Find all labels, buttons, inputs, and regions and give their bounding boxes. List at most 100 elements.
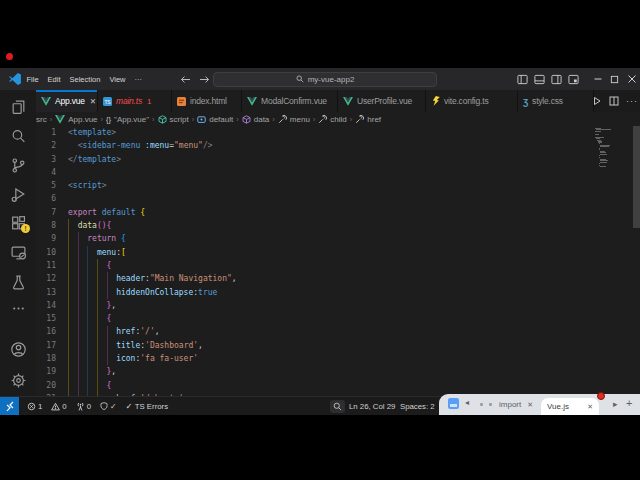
pkg-teal-icon [158, 115, 167, 124]
browser-favicon [448, 398, 459, 409]
browser-tab-import[interactable]: import✕ [499, 394, 533, 415]
status-warnings[interactable]: 0 [51, 402, 66, 411]
scrollbar[interactable] [633, 126, 640, 228]
browser-tab-scroll-icon[interactable]: ▸ [613, 399, 618, 409]
status-cursor-position[interactable]: Ln 26, Col 29 [349, 397, 395, 415]
search-icon [296, 75, 304, 83]
breadcrumb: src›App.vue›{}"App.vue"›script›default›d… [36, 112, 640, 126]
remote-indicator[interactable] [0, 397, 19, 415]
toggle-secondary-sidebar-icon[interactable] [548, 68, 565, 90]
breadcrumb-separator: › [350, 115, 353, 124]
menu-File[interactable]: File [22, 75, 43, 84]
breadcrumb-App.vue[interactable]: App.vue [55, 115, 97, 124]
code-content: <template> <sidebar-menu :menu="menu"/><… [68, 126, 237, 396]
more-actions-icon[interactable]: ··· [626, 96, 638, 106]
error-icon [27, 402, 36, 411]
breadcrumb-menu[interactable]: menu [278, 115, 310, 124]
status-indentation[interactable]: Spaces: 2 [400, 397, 435, 415]
nav-forward-icon[interactable] [199, 70, 210, 88]
tab-bar: App.vue✕TSmain.ts1index.htmlModalConfirm… [0, 90, 640, 112]
split-editor-icon[interactable] [609, 92, 619, 110]
close-tab-icon[interactable]: ✕ [90, 97, 96, 106]
extensions-icon[interactable]: ! [6, 211, 30, 235]
close-button[interactable] [623, 68, 640, 90]
vue-icon [55, 115, 65, 124]
warning-icon [51, 402, 60, 411]
menu-more[interactable]: ··· [130, 75, 147, 84]
tab-App.vue[interactable]: App.vue✕ [36, 90, 98, 112]
account-icon[interactable] [6, 337, 30, 361]
wrench-icon [318, 115, 327, 124]
search-icon[interactable] [6, 124, 30, 148]
code-editor[interactable]: 123456789101112131415161718192021 <templ… [36, 126, 640, 396]
breadcrumb-separator: › [192, 115, 195, 124]
breadcrumb-child[interactable]: child [318, 115, 346, 124]
settings-gear-icon[interactable] [6, 368, 30, 392]
browser-tab-strip-overlay: ◂ import✕ Vue.js✕ ▸ + [439, 394, 640, 415]
browser-tab-vuejs[interactable]: Vue.js✕ [541, 398, 599, 415]
tab-ModalConfirm.vue[interactable]: ModalConfirm.vue [242, 90, 338, 112]
bracket-icon [197, 115, 206, 124]
breadcrumb-data[interactable]: data [242, 115, 270, 124]
tab-style.css[interactable]: ʒstyle.css [518, 90, 594, 112]
breadcrumb-href[interactable]: href [355, 115, 381, 124]
tab-main.ts[interactable]: TSmain.ts1 [98, 90, 172, 112]
vue-file-icon [343, 97, 353, 106]
breadcrumb-default[interactable]: default [197, 115, 233, 124]
check-icon: ✓ [126, 401, 133, 411]
customize-layout-icon[interactable] [565, 68, 582, 90]
breadcrumb-script[interactable]: script [158, 115, 189, 124]
status-search-icon[interactable] [330, 400, 345, 413]
menu-Edit[interactable]: Edit [43, 75, 65, 84]
breadcrumb-separator: › [152, 115, 155, 124]
browser-dot2-icon [489, 403, 492, 406]
more-views-icon[interactable] [6, 296, 30, 320]
wrench-icon [278, 115, 287, 124]
maximize-button[interactable] [606, 68, 623, 90]
breadcrumb-separator: › [101, 115, 104, 124]
browser-back-icon[interactable]: ◂ [465, 398, 469, 407]
menu-bar: FileEditSelectionView··· [22, 68, 147, 90]
tab-error-badge: 1 [147, 97, 151, 106]
menu-Selection[interactable]: Selection [65, 75, 105, 84]
breadcrumb-separator: › [313, 115, 316, 124]
recording-dot-bottom [597, 392, 605, 400]
tab-UserProfile.vue[interactable]: UserProfile.vue [338, 90, 426, 112]
explorer-icon[interactable] [6, 95, 30, 119]
browser-new-tab-icon[interactable]: + [626, 397, 632, 409]
status-errors[interactable]: 1 [27, 402, 42, 411]
line-numbers: 123456789101112131415161718192021 [36, 126, 56, 396]
remote-explorer-icon[interactable] [6, 240, 30, 264]
vite-file-icon [431, 96, 440, 106]
vscode-window: FileEditSelectionView··· my-vue-app2 [0, 68, 640, 415]
svg-text:TS: TS [105, 98, 112, 104]
wrench-icon [355, 115, 364, 124]
breadcrumb-separator: › [50, 115, 53, 124]
toggle-sidebar-icon[interactable] [514, 68, 531, 90]
run-debug-icon[interactable] [6, 182, 30, 206]
vue-file-icon [41, 97, 51, 106]
breadcrumb-separator: › [236, 115, 239, 124]
vscode-logo-icon [8, 72, 22, 90]
screen: FileEditSelectionView··· my-vue-app2 [0, 0, 640, 480]
toggle-panel-icon[interactable] [531, 68, 548, 90]
pkg-purple-icon [242, 115, 251, 124]
status-ports[interactable]: 0 [76, 402, 91, 411]
breadcrumb-App.vue[interactable]: {}"App.vue" [106, 115, 149, 124]
testing-icon[interactable] [6, 270, 30, 294]
menu-View[interactable]: View [105, 75, 130, 84]
shield-icon [100, 402, 108, 410]
source-control-icon[interactable] [6, 153, 30, 177]
browser-dot-icon [480, 403, 483, 406]
command-center-search[interactable]: my-vue-app2 [213, 72, 437, 87]
status-trust[interactable]: ✓ [100, 402, 117, 411]
minimize-button[interactable] [589, 68, 606, 90]
recording-dot-top [6, 53, 13, 60]
breadcrumb-src[interactable]: src [36, 115, 47, 124]
run-button[interactable] [592, 92, 602, 110]
tab-vite.config.ts[interactable]: vite.config.ts [426, 90, 518, 112]
tab-index.html[interactable]: index.html [172, 90, 242, 112]
status-ts-errors[interactable]: ✓TS Errors [126, 401, 168, 411]
nav-back-icon[interactable] [180, 70, 191, 88]
css-file-icon: ʒ [523, 97, 528, 106]
